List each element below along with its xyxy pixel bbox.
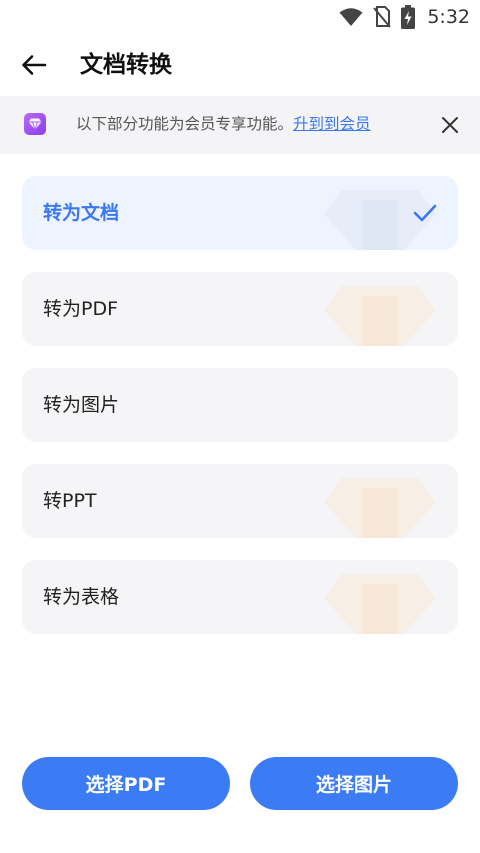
watermark-icon (324, 478, 436, 538)
option-to-document[interactable]: 转为文档 (22, 176, 458, 250)
option-to-ppt[interactable]: 转PPT (22, 464, 458, 538)
option-label: 转PPT (43, 490, 97, 512)
wifi-icon (339, 8, 363, 26)
option-to-image[interactable]: 转为图片 (22, 368, 458, 442)
banner-close-button[interactable] (438, 113, 462, 137)
banner-message: 以下部分功能为会员专享功能。升到到会员 (76, 113, 371, 135)
banner-text: 以下部分功能为会员专享功能。 (76, 115, 294, 133)
status-time: 5:32 (427, 6, 470, 28)
status-bar: 5:32 (0, 0, 480, 34)
back-button[interactable] (14, 47, 54, 83)
status-icons: 5:32 (339, 4, 470, 30)
watermark-icon (324, 574, 436, 634)
membership-banner: 以下部分功能为会员专享功能。升到到会员 (0, 96, 480, 154)
select-image-button[interactable]: 选择图片 (250, 757, 458, 810)
app-bar: 文档转换 (0, 34, 480, 96)
conversion-options-list: 转为文档 转为PDF 转为图片 转PPT 转为表格 (22, 176, 458, 656)
watermark-icon (324, 286, 436, 346)
diamond-icon (24, 113, 46, 135)
upgrade-link[interactable]: 升到到会员 (293, 115, 371, 133)
close-icon (442, 117, 458, 133)
option-label: 转为图片 (43, 394, 120, 416)
option-label: 转为PDF (43, 298, 119, 320)
option-to-pdf[interactable]: 转为PDF (22, 272, 458, 346)
check-icon (413, 204, 437, 222)
option-label: 转为表格 (43, 586, 120, 608)
option-to-table[interactable]: 转为表格 (22, 560, 458, 634)
page-title: 文档转换 (80, 52, 172, 78)
select-pdf-button[interactable]: 选择PDF (22, 757, 230, 810)
battery-charging-icon (401, 5, 416, 29)
option-label: 转为文档 (43, 202, 120, 224)
back-arrow-icon (22, 55, 47, 75)
no-sim-icon (373, 6, 392, 28)
